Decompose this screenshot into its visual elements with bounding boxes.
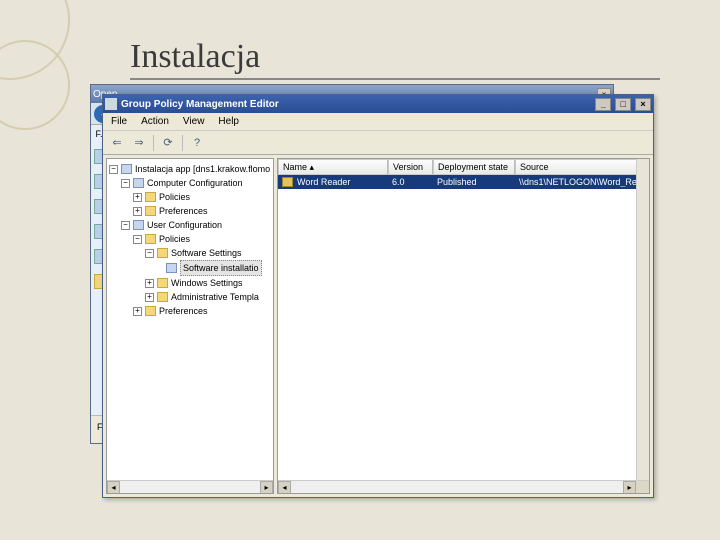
column-version[interactable]: Version [388, 159, 433, 175]
expand-icon[interactable]: + [145, 293, 154, 302]
scroll-track[interactable] [291, 481, 623, 493]
scroll-right-icon[interactable]: ▸ [623, 481, 636, 494]
arrow-right-icon: ⇒ [134, 136, 143, 149]
scroll-left-icon[interactable]: ◂ [107, 481, 120, 494]
collapse-icon[interactable]: − [121, 179, 130, 188]
folder-icon [145, 306, 156, 316]
close-button[interactable]: × [635, 98, 651, 111]
toolbar: ⇐ ⇒ ⟳ ? [103, 131, 653, 155]
tree-item[interactable]: + Administrative Templa [109, 290, 271, 304]
tree-label: Policies [159, 232, 190, 246]
scroll-right-icon[interactable]: ▸ [260, 481, 273, 494]
tree-root[interactable]: − Instalacja app [dns1.krakow.flomo [109, 162, 271, 176]
gpme-titlebar[interactable]: Group Policy Management Editor _ □ × [103, 95, 653, 113]
menu-file[interactable]: File [111, 116, 127, 127]
column-name[interactable]: Name ▴ [278, 159, 388, 175]
toolbar-separator [182, 135, 183, 151]
menu-action[interactable]: Action [141, 116, 169, 127]
refresh-button[interactable]: ⟳ [158, 134, 178, 152]
menu-view[interactable]: View [183, 116, 205, 127]
expand-icon[interactable]: + [133, 193, 142, 202]
folder-icon [145, 192, 156, 202]
column-label: Deployment state [438, 162, 508, 172]
installer-icon [166, 263, 177, 273]
expand-icon[interactable]: + [133, 207, 142, 216]
tree-label: Preferences [159, 204, 208, 218]
expand-icon[interactable]: + [133, 307, 142, 316]
tree-item[interactable]: + Preferences [109, 204, 271, 218]
tree-item[interactable]: + Windows Settings [109, 276, 271, 290]
tree-label: Preferences [159, 304, 208, 318]
collapse-icon[interactable]: − [133, 235, 142, 244]
computer-icon [133, 178, 144, 188]
scroll-left-icon[interactable]: ◂ [278, 481, 291, 494]
collapse-icon[interactable]: − [145, 249, 154, 258]
tree-item[interactable]: + Preferences [109, 304, 271, 318]
collapse-icon[interactable]: − [109, 165, 118, 174]
arrow-left-icon: ⇐ [112, 136, 121, 149]
package-icon [282, 177, 293, 187]
tree-label: Administrative Templa [171, 290, 259, 304]
cell-source: \\dns1\NETLOGON\Word_Reader\pk... [515, 177, 649, 187]
tree-item[interactable]: − User Configuration [109, 218, 271, 232]
folder-icon [157, 292, 168, 302]
tree-item[interactable]: + Policies [109, 190, 271, 204]
folder-icon [145, 234, 156, 244]
tree-item[interactable]: − Software Settings [109, 246, 271, 260]
folder-icon [157, 278, 168, 288]
cell-deployment: Published [433, 177, 515, 187]
tree-h-scrollbar[interactable]: ◂ ▸ [107, 480, 273, 493]
list-row-selected[interactable]: Word Reader 6.0 Published \\dns1\NETLOGO… [278, 175, 649, 189]
tree-label: Software Settings [171, 246, 242, 260]
list-h-scrollbar[interactable]: ◂ ▸ [278, 480, 649, 493]
help-button[interactable]: ? [187, 134, 207, 152]
column-label: Source [520, 162, 549, 172]
app-icon [105, 98, 117, 110]
tree-label: Software installatio [180, 260, 262, 276]
menubar: File Action View Help [103, 113, 653, 131]
tree-label: Windows Settings [171, 276, 243, 290]
toolbar-separator [153, 135, 154, 151]
slide-title: Instalacja [130, 38, 660, 80]
user-icon [133, 220, 144, 230]
gpme-window: Group Policy Management Editor _ □ × Fil… [102, 94, 654, 498]
column-deployment[interactable]: Deployment state [433, 159, 515, 175]
minimize-button[interactable]: _ [595, 98, 611, 111]
scroll-track[interactable] [120, 481, 260, 493]
tree-label: Policies [159, 190, 190, 204]
refresh-icon: ⟳ [163, 136, 172, 149]
column-headers: Name ▴ Version Deployment state Source [278, 159, 649, 175]
cell-version: 6.0 [388, 177, 433, 187]
tree-item[interactable]: − Policies [109, 232, 271, 246]
policy-icon [121, 164, 132, 174]
tree-label: Computer Configuration [147, 176, 243, 190]
cell-name: Word Reader [297, 177, 350, 187]
folder-icon [145, 206, 156, 216]
gpme-title: Group Policy Management Editor [121, 99, 279, 110]
tree-pane: −Instalacja app [dns1.krakow.flomo −Comp… [106, 158, 274, 494]
column-label: Version [393, 162, 423, 172]
help-icon: ? [194, 137, 200, 149]
tree-item[interactable]: − Computer Configuration [109, 176, 271, 190]
column-source[interactable]: Source [515, 159, 649, 175]
expand-icon[interactable]: + [145, 279, 154, 288]
column-label: Name [283, 162, 307, 172]
list-pane: Name ▴ Version Deployment state Source W… [277, 158, 650, 494]
list-v-scrollbar[interactable] [636, 159, 649, 480]
scroll-corner [636, 481, 649, 494]
maximize-button[interactable]: □ [615, 98, 631, 111]
collapse-icon[interactable]: − [121, 221, 130, 230]
tree-item-selected[interactable]: Software installatio [109, 260, 271, 276]
folder-icon [157, 248, 168, 258]
tree-label: User Configuration [147, 218, 222, 232]
sort-asc-icon: ▴ [310, 162, 315, 173]
nav-forward-button[interactable]: ⇒ [129, 134, 149, 152]
menu-help[interactable]: Help [218, 116, 239, 127]
nav-back-button[interactable]: ⇐ [107, 134, 127, 152]
tree-label: Instalacja app [dns1.krakow.flomo [135, 162, 270, 176]
